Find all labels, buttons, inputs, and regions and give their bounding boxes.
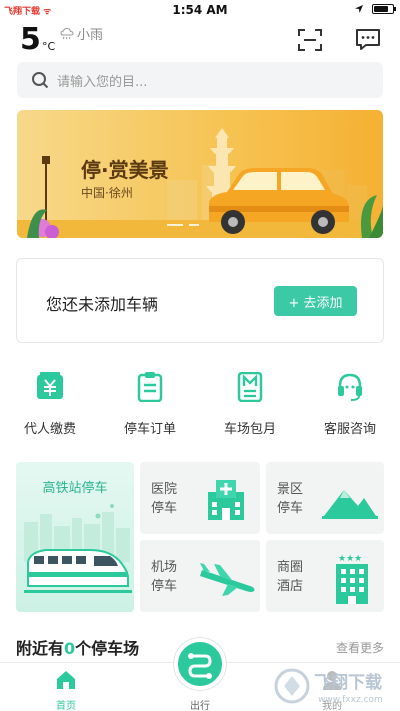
banner-title: 停·赏美景: [81, 158, 169, 182]
tile-label-line1: 商圈: [277, 560, 304, 575]
service-label: 车场包月: [223, 422, 276, 437]
view-more-link[interactable]: 查看更多: [336, 639, 384, 656]
nearby-count: 0: [64, 639, 76, 658]
nearby-parking-title: 附近有0个停车场: [16, 635, 139, 659]
temperature: 5: [20, 22, 41, 57]
scan-icon: [298, 29, 322, 51]
service-proxy-payment[interactable]: 代人缴费: [10, 372, 90, 437]
temperature-unit: °C: [42, 40, 56, 53]
search-placeholder: 请输入您的目...: [57, 74, 148, 90]
travel-fab-button[interactable]: [174, 638, 226, 690]
svg-text:★★★: ★★★: [338, 554, 362, 564]
status-icons: [354, 4, 396, 14]
banner-illustration: [17, 128, 383, 238]
headset-icon: [338, 373, 362, 401]
rain-cloud-icon: [60, 27, 74, 39]
no-vehicle-text: 您还未添加车辆: [46, 295, 159, 314]
banner-subtitle: 中国·徐州: [81, 186, 133, 200]
status-bar: 飞翔下载 ᯤ 1:54 AM: [0, 0, 400, 20]
nearby-prefix: 附近有: [16, 639, 65, 658]
scan-button[interactable]: [297, 28, 325, 52]
tile-label-line2: 酒店: [277, 579, 304, 594]
mountain-icon: [322, 490, 378, 519]
service-label: 停车订单: [123, 422, 176, 437]
search-bar[interactable]: 请输入您的目...: [17, 62, 383, 98]
service-monthly-parking[interactable]: 车场包月: [210, 371, 290, 437]
hospital-icon: [208, 480, 244, 520]
header: 5 °C 小雨: [0, 20, 400, 62]
airplane-icon: [200, 563, 255, 596]
search-icon: [32, 72, 49, 89]
nav-travel-label: 出行: [190, 701, 210, 711]
tile-train-station-parking[interactable]: 高铁站停车: [16, 462, 134, 612]
tile-label: 景区 停车: [277, 480, 321, 518]
nearby-suffix: 个停车场: [75, 639, 140, 658]
tile-label: 医院 停车: [151, 480, 195, 518]
hotel-icon: ★★★: [336, 554, 368, 604]
service-customer-support[interactable]: 客服咨询: [310, 372, 390, 437]
nav-home[interactable]: 首页: [26, 669, 106, 711]
monthly-calendar-icon: [237, 371, 263, 403]
tile-label-line2: 停车: [151, 501, 178, 516]
tile-label-line1: 医院: [151, 482, 178, 497]
battery-level: [374, 6, 389, 12]
tile-label-line1: 景区: [277, 482, 304, 497]
route-icon: [188, 653, 212, 679]
tile-label: 商圈 酒店: [277, 558, 321, 596]
watermark-url: www.fxxz.com: [318, 695, 383, 705]
tile-hospital-parking[interactable]: 医院 停车: [140, 462, 260, 534]
weather-text: 小雨: [77, 28, 104, 43]
tile-label: 机场 停车: [151, 558, 195, 596]
message-button[interactable]: [355, 28, 383, 52]
watermark-graphic: 飞翔下载 www.fxxz.com: [274, 668, 383, 705]
home-icon: [57, 671, 75, 689]
quick-services: 代人缴费 停车订单 车场包月 客服咨询: [0, 371, 400, 437]
service-label: 客服咨询: [323, 422, 376, 437]
tile-label-line1: 机场: [151, 560, 178, 575]
nav-label: 首页: [56, 701, 76, 711]
add-vehicle-button[interactable]: + 去添加: [274, 286, 357, 316]
tile-mall-hotel-parking[interactable]: 商圈 酒店 ★★★: [266, 540, 384, 612]
battery-icon: [372, 4, 396, 14]
tile-scenic-parking[interactable]: 景区 停车: [266, 462, 384, 534]
app-screen: 飞翔下载 ᯤ 1:54 AM 5 °C 小雨 请输入您的目... 停·赏美景 中…: [0, 0, 400, 711]
watermark-brand: 飞翔下载: [314, 672, 382, 693]
watermark-logo: 飞翔下载 www.fxxz.com: [272, 664, 398, 708]
status-time: 1:54 AM: [172, 3, 228, 17]
service-label: 代人缴费: [23, 422, 76, 437]
yuan-payment-icon: [37, 372, 63, 399]
tile-label-line2: 停车: [151, 579, 178, 594]
location-arrow-icon: [355, 5, 363, 13]
high-speed-train-icon: [24, 504, 132, 593]
vehicle-card: 您还未添加车辆 + 去添加: [16, 258, 384, 343]
message-icon: [356, 29, 380, 50]
service-parking-orders[interactable]: 停车订单: [110, 372, 190, 437]
tile-label-line2: 停车: [277, 501, 304, 516]
order-list-icon: [137, 372, 163, 403]
promo-banner[interactable]: 停·赏美景 中国·徐州: [17, 110, 383, 238]
tile-airport-parking[interactable]: 机场 停车: [140, 540, 260, 612]
weather-info: 小雨: [60, 24, 103, 43]
